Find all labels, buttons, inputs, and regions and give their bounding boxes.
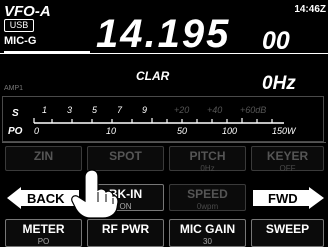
frequency-main[interactable]: 14.195 [96, 12, 230, 56]
spot-label: SPOT [109, 149, 142, 163]
po-scale-bar [33, 118, 284, 124]
clarifier-offset[interactable]: 0Hz [262, 73, 296, 95]
s-tick-label: 3 [67, 105, 72, 115]
sweep-label: SWEEP [265, 222, 310, 236]
s-tick-label: +40 [207, 105, 222, 115]
amp-label: AMP1 [4, 85, 24, 92]
pitch-value: 0Hz [200, 164, 215, 173]
keyer-button[interactable]: KEYER OFF [251, 146, 324, 173]
vfo-indicator[interactable]: VFO-A [4, 3, 51, 20]
s-tick-label: 1 [42, 105, 47, 115]
pitch-button[interactable]: PITCH 0Hz [169, 146, 246, 173]
keyer-value: OFF [279, 164, 296, 173]
meter-s-label: S [12, 108, 19, 119]
s-tick-label: 5 [92, 105, 98, 115]
radio-display: VFO-A USB 14:46Z MIC-G 14.195 00 AMP1 CL… [0, 0, 328, 247]
divider [0, 53, 328, 54]
po-tick-label: 100 [222, 126, 237, 136]
frequency-sub[interactable]: 00 [262, 26, 290, 56]
keyer-label: KEYER [266, 149, 309, 163]
fwd-label: FWD [268, 191, 298, 206]
speed-label: SPEED [187, 187, 228, 201]
mode-badge[interactable]: USB [4, 19, 34, 32]
po-tick-label: 150W [272, 126, 297, 136]
rf-pwr-label: RF PWR [101, 222, 150, 236]
back-label: BACK [27, 191, 65, 206]
s-tick-label: +20 [174, 105, 189, 115]
s-scale-ticks: 1 3 5 7 9 +20 +40 +60dB [42, 105, 266, 115]
sweep-button[interactable]: SWEEP [251, 219, 324, 247]
meter-label: METER [22, 222, 65, 236]
rf-pwr-button[interactable]: RF PWR [87, 219, 164, 247]
divider [2, 142, 326, 143]
pitch-label: PITCH [189, 149, 226, 163]
meter-scale: S PO 1 3 5 7 9 +20 +40 +60dB 0 10 50 100… [8, 105, 297, 137]
meter-po-label: PO [8, 126, 23, 137]
s-tick-label: 9 [142, 105, 147, 115]
zin-label: ZIN [33, 149, 54, 163]
mic-gain-label: MIC GAIN [179, 222, 236, 236]
po-tick-label: 0 [34, 126, 39, 136]
po-tick-label: 10 [106, 126, 116, 136]
meter-button[interactable]: METER PO [5, 219, 82, 247]
mic-gain-value: 30 [203, 237, 212, 246]
po-scale-labels: 0 10 50 100 150W [34, 126, 297, 136]
s-tick-label: +60dB [240, 105, 266, 115]
s-tick-label: 7 [117, 105, 123, 115]
po-tick-label: 50 [177, 126, 187, 136]
clock: 14:46Z [294, 4, 326, 15]
speed-button[interactable]: SPEED 0wpm [169, 184, 246, 211]
speed-value: 0wpm [196, 202, 219, 211]
clarifier-label: CLAR [136, 69, 170, 83]
mic-gain-button[interactable]: MIC GAIN 30 [169, 219, 246, 247]
fwd-button[interactable]: FWD [251, 186, 327, 210]
mic-gain-indicator: MIC-G [4, 35, 37, 47]
pointing-hand-icon [71, 169, 119, 218]
meter-value: PO [37, 237, 50, 246]
